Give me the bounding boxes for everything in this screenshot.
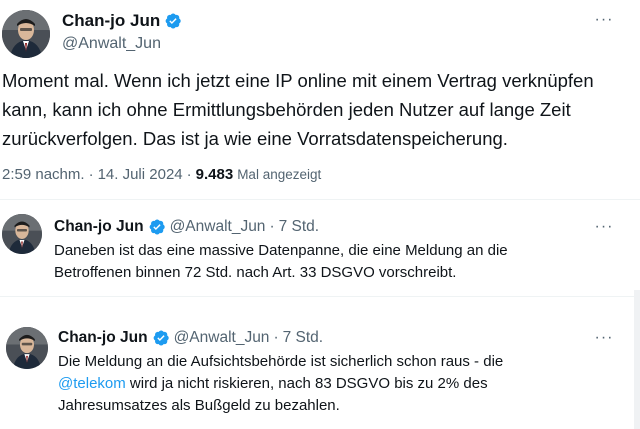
mention-link[interactable]: @telekom (58, 375, 126, 392)
reply-header: Chan-jo Jun @Anwalt_Jun · 7 Std. (58, 328, 323, 348)
more-options-icon[interactable]: ··· (592, 10, 616, 30)
views-label: Mal angezeigt (237, 167, 322, 182)
avatar-photo (2, 10, 50, 58)
tweet-date[interactable]: 14. Juli 2024 (98, 165, 183, 185)
tweet-meta: 2:59 nachm. · 14. Juli 2024 · 9.483 Mal … (2, 165, 321, 185)
reply-text: Die Meldung an die Aufsichtsbehörde ist … (58, 351, 558, 417)
avatar[interactable] (2, 10, 50, 58)
avatar-photo (2, 214, 42, 254)
reply-text-part: Die Meldung an die Aufsichtsbehörde ist … (58, 353, 504, 370)
reply-author-name[interactable]: Chan-jo Jun (58, 328, 148, 348)
author-handle[interactable]: @Anwalt_Jun (62, 34, 161, 54)
avatar-photo (6, 327, 48, 369)
more-options-icon[interactable]: ··· (592, 328, 616, 348)
divider (0, 296, 640, 297)
verified-badge-icon (164, 12, 182, 30)
reply-header: Chan-jo Jun @Anwalt_Jun · 7 Std. (54, 217, 319, 237)
reply-age[interactable]: 7 Std. (283, 328, 324, 348)
meta-separator: · (186, 166, 192, 183)
more-options-glyph: ··· (594, 329, 614, 346)
author-name[interactable]: Chan-jo Jun (62, 10, 182, 32)
verified-badge-icon (148, 218, 166, 236)
meta-separator: · (88, 166, 94, 183)
more-options-glyph: ··· (594, 218, 614, 235)
views-count: 9.483 (195, 166, 234, 183)
scrollbar[interactable] (634, 290, 640, 429)
reply-author-handle[interactable]: @Anwalt_Jun (170, 217, 266, 237)
reply-age[interactable]: 7 Std. (279, 217, 320, 237)
reply-author-handle[interactable]: @Anwalt_Jun (174, 328, 270, 348)
reply-author-name[interactable]: Chan-jo Jun (54, 217, 144, 237)
avatar[interactable] (2, 214, 42, 254)
author-name-text[interactable]: Chan-jo Jun (62, 10, 160, 32)
divider (0, 199, 640, 200)
verified-badge-icon (152, 329, 170, 347)
tweet-time[interactable]: 2:59 nachm. (2, 165, 85, 185)
tweet-text: Moment mal. Wenn ich jetzt eine IP onlin… (2, 70, 594, 149)
more-options-icon[interactable]: ··· (592, 217, 616, 237)
meta-separator: · (269, 218, 275, 235)
reply-text: Daneben ist das eine massive Datenpanne,… (54, 242, 508, 281)
more-options-glyph: ··· (594, 11, 614, 28)
meta-separator: · (273, 329, 279, 346)
avatar[interactable] (6, 327, 48, 369)
